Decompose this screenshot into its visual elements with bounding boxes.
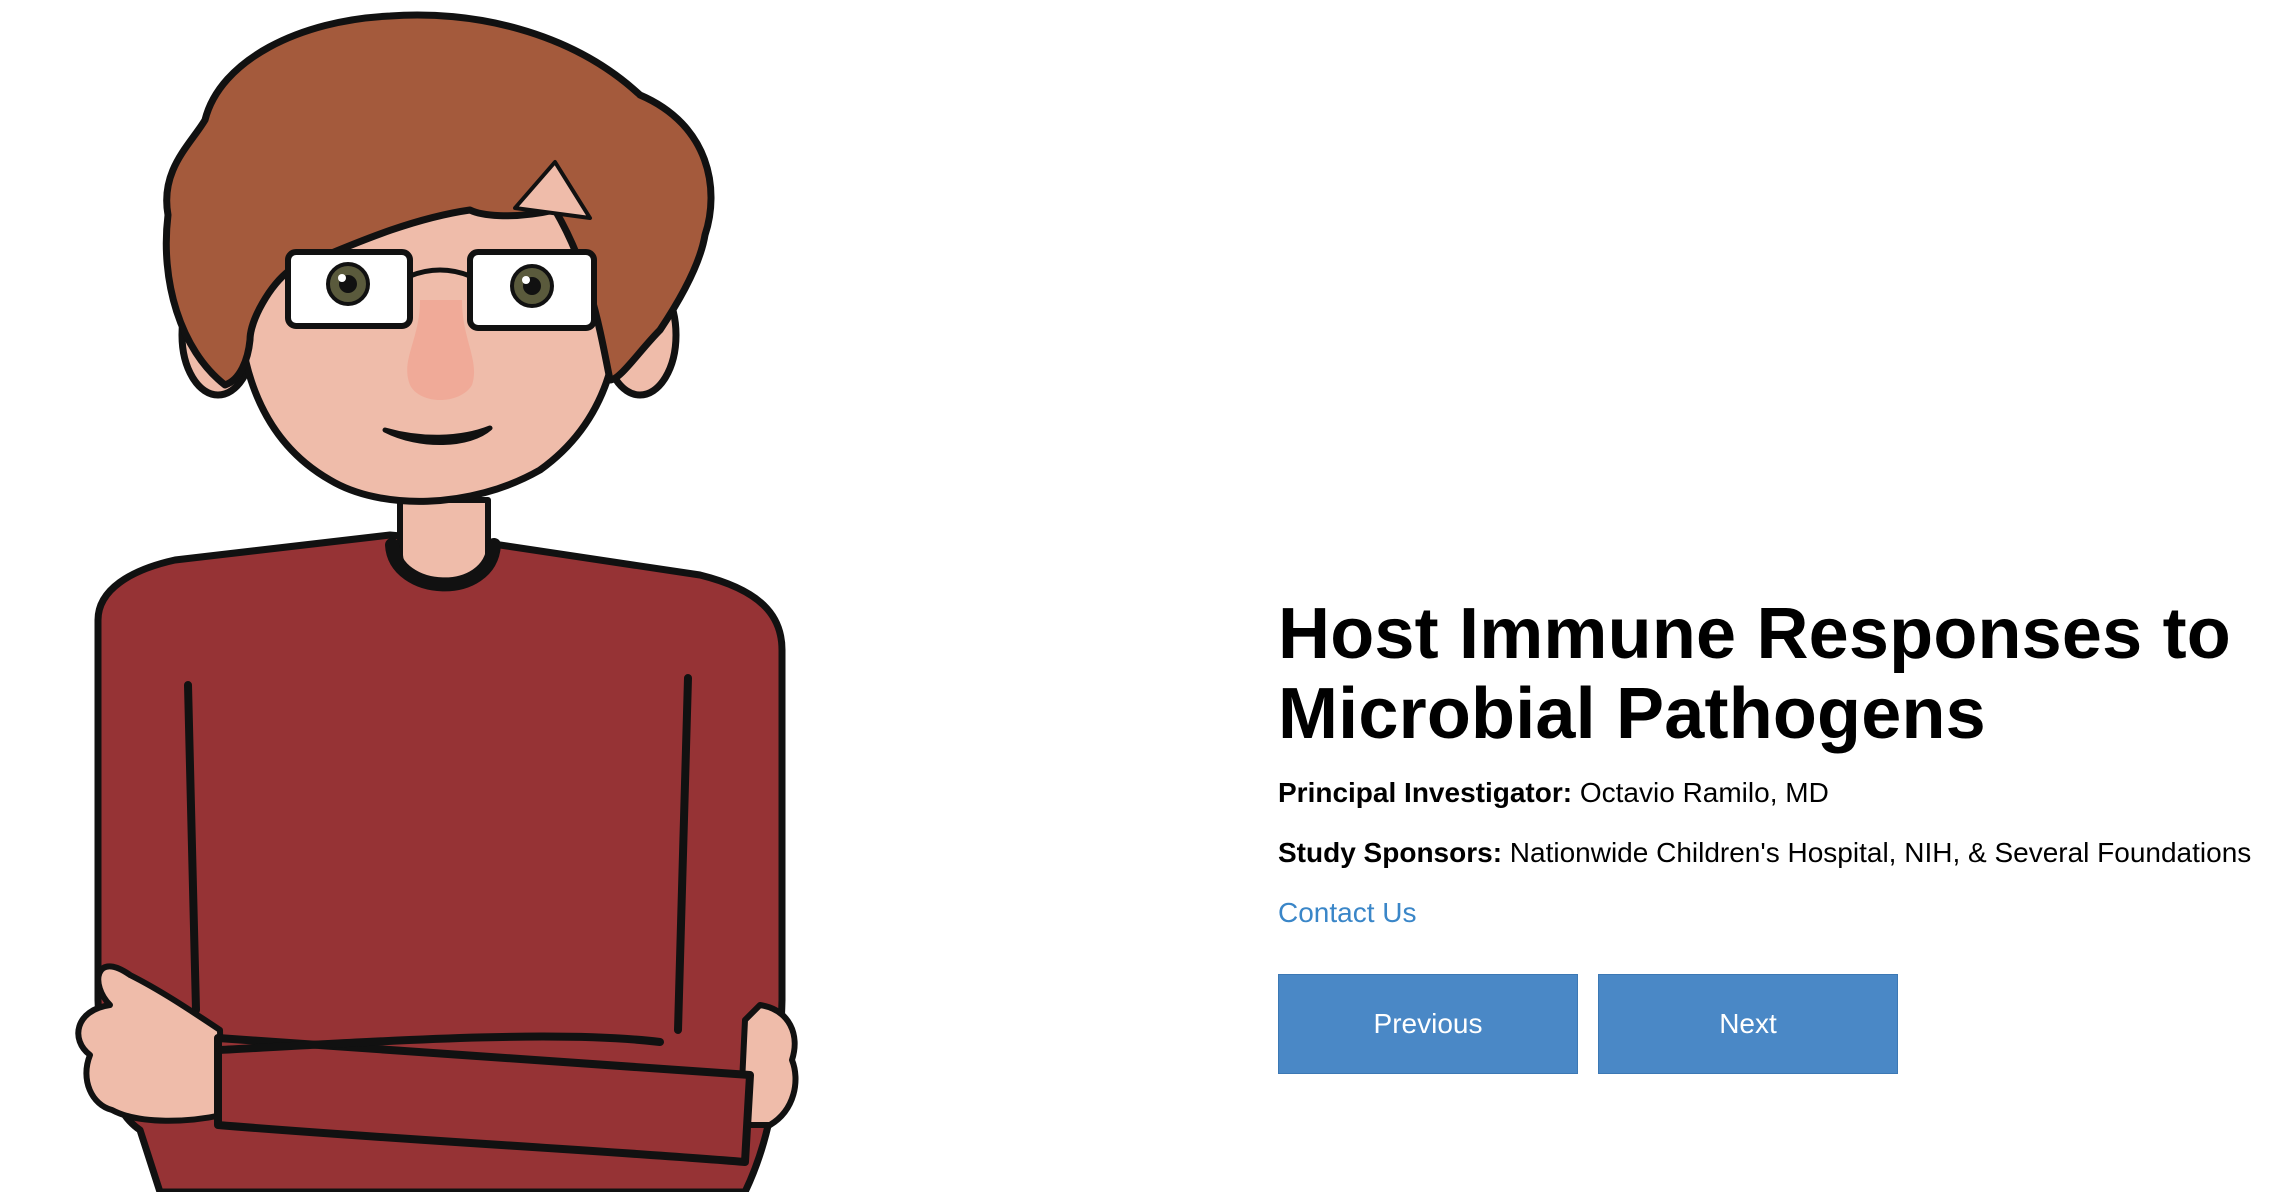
person-arms-crossed-illustration [75,11,799,1192]
principal-investigator-line: Principal Investigator: Octavio Ramilo, … [1278,776,2268,810]
illustration [0,0,820,1192]
principal-investigator-label: Principal Investigator: [1278,777,1573,808]
principal-investigator-value: Octavio Ramilo, MD [1579,777,1829,808]
next-button[interactable]: Next [1598,974,1898,1074]
study-sponsors-value: Nationwide Children's Hospital, NIH, & S… [1509,837,2252,868]
study-sponsors-label: Study Sponsors: [1278,837,1503,868]
page-title: Host Immune Responses to Microbial Patho… [1278,594,2231,754]
study-info: Host Immune Responses to Microbial Patho… [1278,594,2268,1074]
previous-button[interactable]: Previous [1278,974,1578,1074]
navigation-buttons: Previous Next [1278,974,2268,1074]
study-sponsors-line: Study Sponsors: Nationwide Children's Ho… [1278,836,2268,870]
contact-us-link[interactable]: Contact Us [1278,896,1417,930]
